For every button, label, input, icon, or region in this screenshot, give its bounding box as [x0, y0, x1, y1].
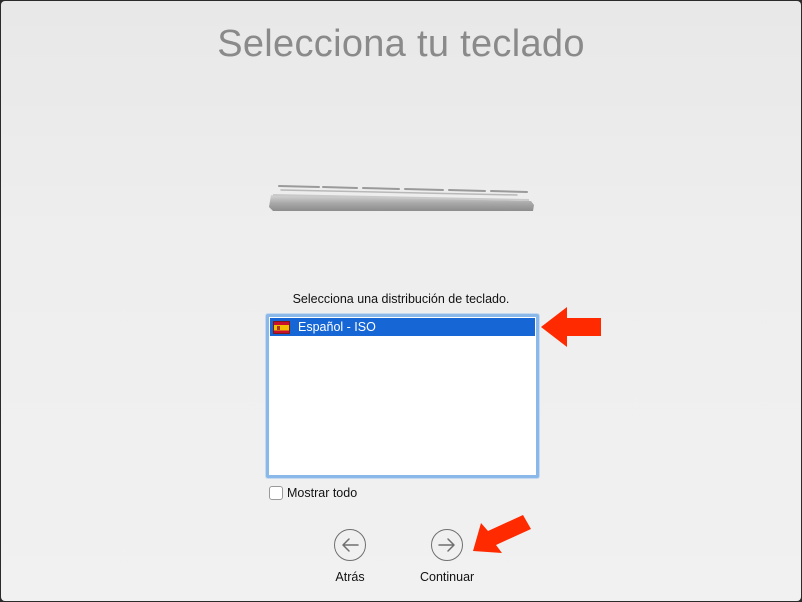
annotation-arrow-diagonal-icon	[473, 515, 531, 553]
continue-label: Continuar	[420, 570, 475, 584]
continue-button[interactable]: Continuar	[420, 529, 474, 584]
back-button[interactable]: Atrás	[334, 529, 366, 584]
back-label: Atrás	[335, 570, 365, 584]
list-item-label: Español - ISO	[298, 320, 376, 334]
list-item-espanol-iso[interactable]: Español - ISO	[270, 318, 535, 336]
annotation-arrow-left-icon	[541, 307, 601, 347]
setup-assistant-window: Selecciona tu teclado Selecciona una dis…	[1, 1, 801, 601]
show-all-checkbox[interactable]	[269, 486, 283, 500]
spain-flag-icon	[273, 320, 290, 334]
show-all-label: Mostrar todo	[287, 486, 358, 500]
layout-prompt: Selecciona una distribución de teclado.	[292, 292, 510, 306]
arrow-right-circle-icon[interactable]	[431, 529, 464, 561]
keyboard-illustration	[269, 185, 534, 211]
show-all-option[interactable]: Mostrar todo	[269, 486, 357, 500]
arrow-left-circle-icon[interactable]	[334, 529, 366, 561]
keyboard-layout-list[interactable]: Español - ISO	[266, 314, 539, 478]
page-title: Selecciona tu teclado	[217, 23, 585, 65]
